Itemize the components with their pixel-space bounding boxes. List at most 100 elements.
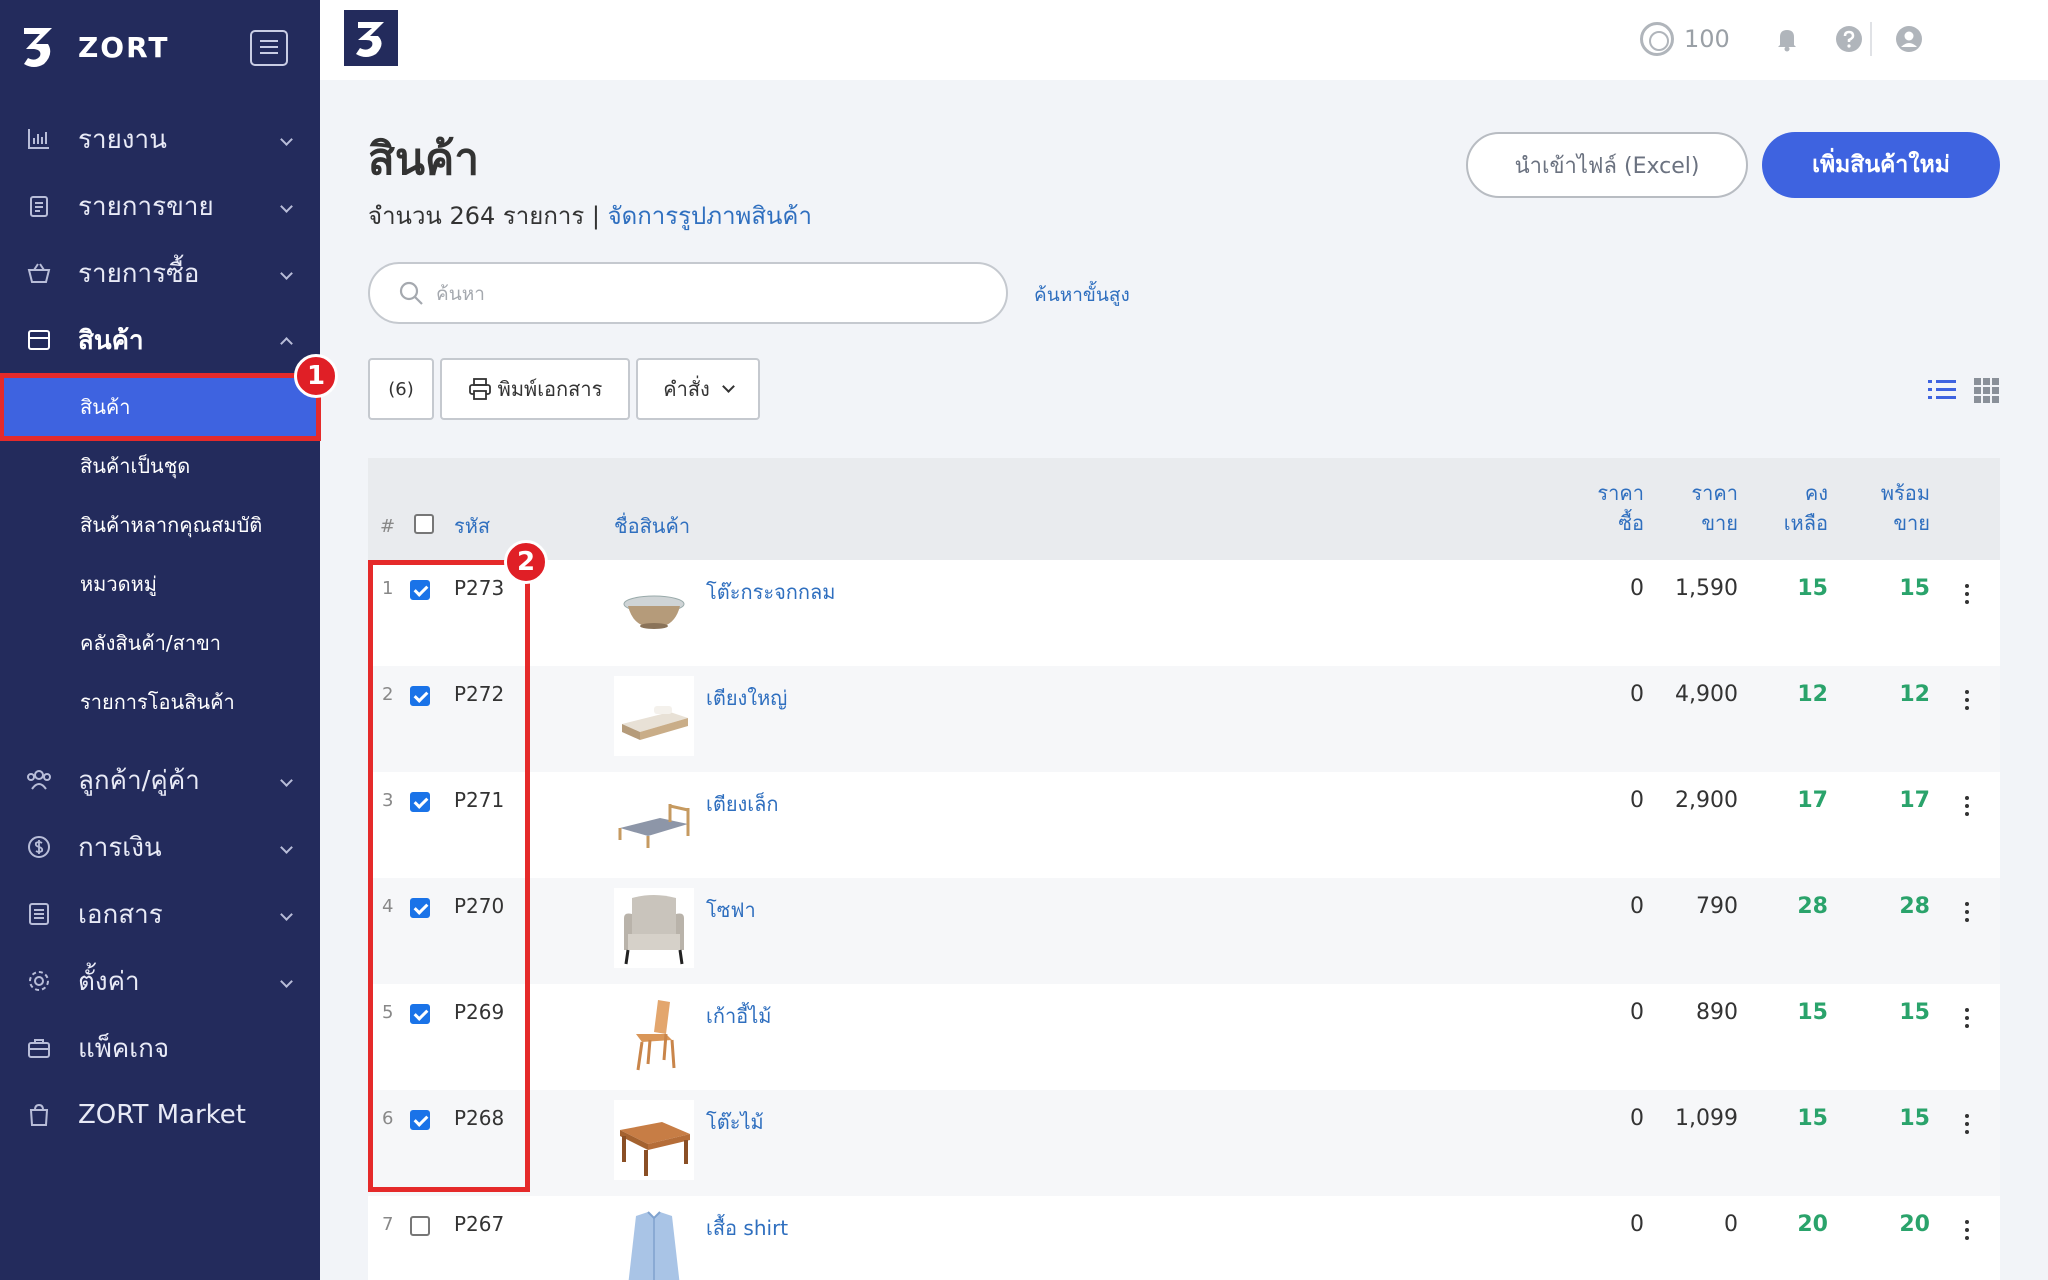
- product-name-link[interactable]: เสื้อ shirt: [706, 1212, 788, 1244]
- top-logo[interactable]: [344, 10, 398, 66]
- product-code: P273: [454, 576, 505, 600]
- product-name-link[interactable]: โต๊ะไม้: [706, 1106, 764, 1138]
- product-name-link[interactable]: เก้าอี้ไม้: [706, 1000, 771, 1032]
- table-row[interactable]: 2 P272 เตียงใหญ่ 0 4,900 12 12: [368, 666, 2000, 772]
- row-checkbox[interactable]: [410, 1216, 430, 1236]
- coin-icon: [1640, 22, 1674, 56]
- help-icon[interactable]: [1834, 24, 1864, 54]
- row-checkbox[interactable]: [410, 898, 430, 918]
- row-index: 1: [382, 578, 394, 599]
- product-thumbnail[interactable]: [614, 1100, 694, 1180]
- search-input[interactable]: [436, 278, 976, 310]
- page-title: สินค้า: [368, 134, 480, 185]
- command-dropdown[interactable]: คำสั่ง: [636, 358, 760, 420]
- credit-balance[interactable]: 100: [1640, 22, 1730, 56]
- chevron-down-icon: [280, 132, 293, 146]
- product-code: P267: [454, 1212, 505, 1236]
- user-account-icon[interactable]: [1894, 24, 1924, 54]
- more-options-icon[interactable]: [1964, 1112, 1970, 1136]
- remaining-stock: 12: [1797, 682, 1828, 707]
- sidebar-item-documents[interactable]: เอกสาร: [0, 885, 320, 943]
- sidebar-item-products[interactable]: สินค้า: [0, 311, 320, 369]
- sidebar-item-report[interactable]: รายงาน: [0, 110, 320, 168]
- topbar: 100: [320, 0, 2048, 80]
- table-row[interactable]: 4 P270 โซฟา 0 790 28 28: [368, 878, 2000, 984]
- table-row[interactable]: 1 P273 โต๊ะกระจกกลม 0 1,590 15 15: [368, 560, 2000, 666]
- product-count-line: จำนวน 264 รายการ | จัดการรูปภาพสินค้า: [368, 196, 812, 235]
- buy-price: 0: [1630, 1106, 1644, 1131]
- chevron-down-icon: [280, 907, 293, 921]
- subitem-label: สินค้าเป็นชุด: [80, 454, 191, 478]
- sell-price: 790: [1696, 894, 1738, 919]
- subitem-transfers[interactable]: รายการโอนสินค้า: [0, 677, 320, 727]
- grid-view-icon[interactable]: [1974, 378, 2000, 404]
- print-documents-button[interactable]: พิมพ์เอกสาร: [440, 358, 630, 420]
- sidebar-item-finance[interactable]: การเงิน: [0, 818, 320, 876]
- table-row[interactable]: 7 P267 เสื้อ shirt 0 0 20 20: [368, 1196, 2000, 1280]
- table-row[interactable]: 3 P271 เตียงเล็ก 0 2,900 17 17: [368, 772, 2000, 878]
- product-name-link[interactable]: เตียงเล็ก: [706, 788, 779, 820]
- product-thumbnail[interactable]: [614, 1206, 694, 1280]
- more-options-icon[interactable]: [1964, 582, 1970, 606]
- sell-price: 0: [1724, 1212, 1738, 1237]
- selected-count-button[interactable]: (6): [368, 358, 434, 420]
- row-checkbox[interactable]: [410, 1110, 430, 1130]
- subitem-product-bundle[interactable]: สินค้าเป็นชุด: [0, 441, 320, 491]
- table-row[interactable]: 5 P269 เก้าอี้ไม้ 0 890 15 15: [368, 984, 2000, 1090]
- product-name-link[interactable]: เตียงใหญ่: [706, 682, 787, 714]
- header-buy-price[interactable]: ราคา ซื้อ: [1554, 478, 1644, 538]
- manage-images-link[interactable]: จัดการรูปภาพสินค้า: [608, 202, 812, 230]
- zort-logo-icon: [24, 28, 52, 67]
- sidebar-item-package[interactable]: แพ็คเกจ: [0, 1019, 320, 1077]
- bell-icon[interactable]: [1772, 24, 1802, 54]
- ready-stock: 17: [1899, 788, 1930, 813]
- subitem-products[interactable]: สินค้า: [0, 373, 321, 441]
- product-thumbnail[interactable]: [614, 676, 694, 756]
- more-options-icon[interactable]: [1964, 794, 1970, 818]
- subitem-warehouse[interactable]: คลังสินค้า/สาขา: [0, 618, 320, 668]
- select-all-checkbox[interactable]: [414, 514, 434, 534]
- sidebar-item-settings[interactable]: ตั้งค่า: [0, 952, 320, 1010]
- table-row[interactable]: 6 P268 โต๊ะไม้ 0 1,099 15 15: [368, 1090, 2000, 1196]
- chevron-down-icon: [721, 379, 735, 393]
- shopping-bag-icon: [29, 1103, 49, 1126]
- subitem-product-variants[interactable]: สินค้าหลากคุณสมบัติ: [0, 500, 320, 550]
- sell-price: 2,900: [1675, 788, 1738, 813]
- product-name-link[interactable]: โต๊ะกระจกกลม: [706, 576, 835, 608]
- header-remaining[interactable]: คง เหลือ: [1738, 478, 1828, 538]
- header-sell-price[interactable]: ราคา ขาย: [1648, 478, 1738, 538]
- product-code: P270: [454, 894, 505, 918]
- product-name-link[interactable]: โซฟา: [706, 894, 756, 926]
- header-code[interactable]: รหัส: [454, 510, 490, 542]
- header-name[interactable]: ชื่อสินค้า: [614, 510, 690, 542]
- row-checkbox[interactable]: [410, 792, 430, 812]
- row-index: 4: [382, 896, 394, 917]
- add-product-button[interactable]: เพิ่มสินค้าใหม่: [1762, 132, 2000, 198]
- menu-toggle-button[interactable]: [250, 30, 288, 66]
- sidebar-item-sales[interactable]: รายการขาย: [0, 177, 320, 235]
- sidebar-item-contacts[interactable]: ลูกค้า/คู่ค้า: [0, 751, 320, 809]
- header-ready-to-sell[interactable]: พร้อม ขาย: [1840, 478, 1930, 538]
- list-view-icon[interactable]: [1928, 378, 1956, 402]
- product-thumbnail[interactable]: [614, 994, 694, 1074]
- advanced-search-link[interactable]: ค้นหาขั้นสูง: [1034, 280, 1130, 310]
- row-checkbox[interactable]: [410, 686, 430, 706]
- chevron-down-icon: [280, 199, 293, 213]
- product-thumbnail[interactable]: [614, 888, 694, 968]
- ready-stock: 15: [1899, 1106, 1930, 1131]
- sidebar-item-market[interactable]: ZORT Market: [0, 1086, 320, 1144]
- row-checkbox[interactable]: [410, 1004, 430, 1024]
- import-excel-button[interactable]: นำเข้าไฟล์ (Excel): [1466, 132, 1748, 198]
- brand[interactable]: ZORT: [22, 26, 170, 68]
- more-options-icon[interactable]: [1964, 688, 1970, 712]
- row-index: 5: [382, 1002, 394, 1023]
- more-options-icon[interactable]: [1964, 900, 1970, 924]
- more-options-icon[interactable]: [1964, 1218, 1970, 1242]
- subitem-categories[interactable]: หมวดหมู่: [0, 559, 320, 609]
- more-options-icon[interactable]: [1964, 1006, 1970, 1030]
- product-thumbnail[interactable]: [614, 782, 694, 862]
- sidebar-item-purchase[interactable]: รายการซื้อ: [0, 244, 320, 302]
- product-thumbnail[interactable]: [614, 570, 694, 650]
- sell-price: 4,900: [1675, 682, 1738, 707]
- row-checkbox[interactable]: [410, 580, 430, 600]
